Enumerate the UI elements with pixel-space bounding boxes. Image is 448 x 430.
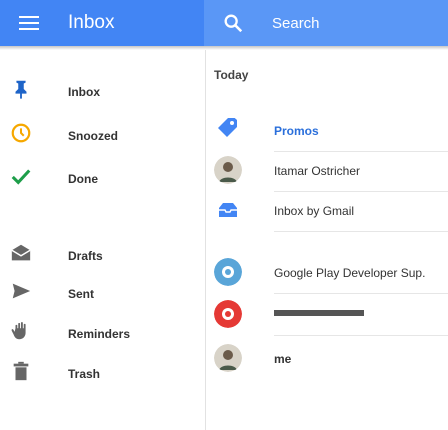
avatar-me (214, 344, 242, 372)
menu-icon[interactable] (19, 16, 39, 30)
list-item-itamar[interactable]: Itamar Ostricher (206, 150, 448, 192)
search-placeholder: Search (272, 15, 320, 32)
avatar-itamar (214, 156, 242, 184)
message-list: Today Promos Itamar Ostricher Inbox by G… (206, 50, 448, 430)
list-item-me[interactable]: me (206, 338, 448, 380)
sender-name: Inbox by Gmail (274, 204, 355, 218)
section-header-today: Today (214, 68, 249, 82)
sender-name: Promos (274, 124, 319, 138)
send-icon (12, 283, 31, 299)
list-item-promos[interactable]: Promos (206, 110, 448, 152)
sender-name: Google Play Developer Sup. (274, 266, 426, 280)
sidebar-item-label: Done (68, 172, 98, 186)
red-avatar (214, 300, 242, 328)
list-item-google-play[interactable]: Google Play Developer Sup. (206, 252, 448, 294)
redacted-sender (274, 310, 364, 316)
sidebar-item-label: Drafts (68, 249, 103, 263)
inbox-by-gmail-icon (219, 203, 237, 217)
row-divider (274, 231, 448, 232)
promos-tag-icon (218, 118, 237, 137)
sidebar-item-label: Snoozed (68, 129, 118, 143)
app-title: Inbox (68, 12, 115, 33)
search-box[interactable]: Search (204, 0, 448, 46)
row-divider (274, 335, 448, 336)
trash-icon (13, 361, 29, 381)
google-play-avatar (214, 258, 242, 286)
search-icon[interactable] (222, 12, 244, 34)
check-icon (11, 169, 31, 185)
list-item-inbox-by-gmail[interactable]: Inbox by Gmail (206, 190, 448, 232)
sender-name: Itamar Ostricher (274, 164, 361, 178)
sidebar-item-label: Reminders (68, 327, 131, 341)
sidebar-item-label: Inbox (68, 85, 100, 99)
reminder-hand-icon (11, 322, 26, 340)
sender-name: me (274, 352, 292, 366)
list-item-redacted[interactable] (206, 294, 448, 336)
app-bar: Inbox Search (0, 0, 448, 46)
sidebar: Inbox Snoozed Done Drafts Sent Reminders… (0, 50, 206, 430)
pin-icon (15, 80, 27, 100)
clock-icon (11, 123, 31, 143)
drafts-icon (11, 244, 31, 261)
sidebar-item-label: Sent (68, 287, 95, 301)
sidebar-item-label: Trash (68, 367, 101, 381)
